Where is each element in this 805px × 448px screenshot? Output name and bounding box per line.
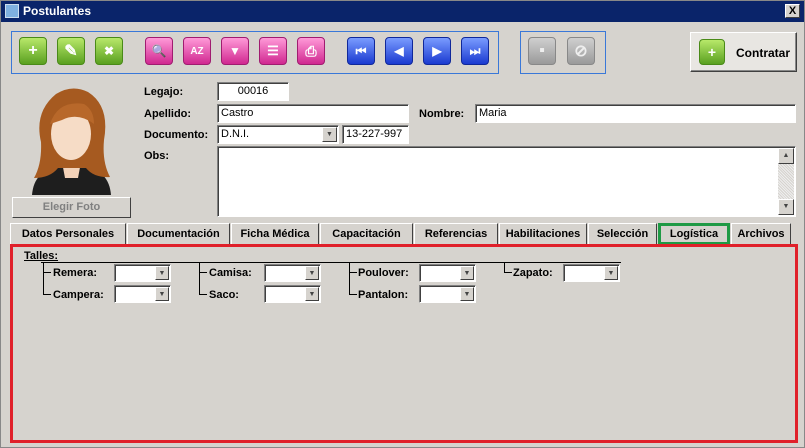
applicant-photo: [12, 82, 131, 195]
obs-textarea[interactable]: ▲ ▼: [217, 146, 796, 217]
save-button[interactable]: ▪: [528, 37, 556, 65]
saco-label: Saco:: [209, 289, 239, 301]
chevron-down-icon[interactable]: ▼: [305, 287, 319, 301]
obs-label: Obs:: [144, 150, 170, 162]
tree-line: [349, 263, 350, 294]
remera-label: Remera:: [53, 267, 98, 279]
obs-scrollbar[interactable]: ▲ ▼: [778, 148, 794, 215]
last-icon: ⏭: [469, 43, 481, 58]
poulover-select[interactable]: ▼: [419, 264, 476, 282]
sort-az-icon: AZ: [190, 45, 204, 57]
chevron-down-icon[interactable]: ▼: [322, 127, 337, 142]
contratar-button[interactable]: + Contratar: [690, 32, 797, 72]
last-record-button[interactable]: ⏭: [461, 37, 489, 65]
nombre-label: Nombre:: [419, 108, 465, 120]
delete-doc-icon: ✖: [103, 44, 115, 58]
filter-button[interactable]: ▼: [221, 37, 249, 65]
search-button[interactable]: 🔍: [145, 37, 173, 65]
tab-referencias[interactable]: Referencias: [414, 223, 498, 245]
pantalon-select[interactable]: ▼: [419, 285, 476, 303]
next-icon: ▶: [432, 44, 442, 58]
tab-logistica[interactable]: Logística: [658, 223, 730, 245]
scroll-down-icon[interactable]: ▼: [778, 199, 794, 215]
print-button[interactable]: ⎙: [297, 37, 325, 65]
nombre-field[interactable]: Maria: [475, 104, 796, 123]
next-record-button[interactable]: ▶: [423, 37, 451, 65]
tab-documentacion[interactable]: Documentación: [127, 223, 230, 245]
apellido-label: Apellido:: [144, 108, 192, 120]
zapato-select[interactable]: ▼: [563, 264, 620, 282]
documento-number-field[interactable]: 13-227-997: [342, 125, 409, 144]
person-avatar-icon: [32, 88, 111, 195]
campera-select[interactable]: ▼: [114, 285, 171, 303]
scroll-up-icon[interactable]: ▲: [778, 148, 794, 164]
tab-datos-personales[interactable]: Datos Personales: [10, 223, 126, 245]
tree-line: [349, 294, 357, 295]
talles-divider: [41, 262, 621, 263]
legajo-field[interactable]: 00016: [217, 82, 289, 101]
choose-photo-button[interactable]: Elegir Foto: [12, 197, 131, 218]
chevron-down-icon[interactable]: ▼: [155, 287, 169, 301]
first-record-button[interactable]: ⏮: [347, 37, 375, 65]
postulantes-window: Postulantes X + ✎ ✖ 🔍 AZ ▼ ☰ ⎙ ⏮ ◀ ▶ ⏭ ▪…: [0, 0, 805, 448]
delete-button[interactable]: ✖: [95, 37, 123, 65]
camisa-label: Camisa:: [209, 267, 252, 279]
tree-line: [43, 294, 51, 295]
add-button[interactable]: +: [19, 37, 47, 65]
tab-archivos[interactable]: Archivos: [731, 223, 791, 245]
tree-line: [199, 263, 200, 294]
app-icon: [5, 4, 19, 18]
close-button[interactable]: X: [785, 4, 800, 18]
poulover-label: Poulover:: [358, 267, 409, 279]
documento-label: Documento:: [144, 129, 209, 141]
apellido-field[interactable]: Castro: [217, 104, 409, 123]
save-icon: ▪: [539, 42, 545, 59]
first-icon: ⏮: [355, 43, 367, 58]
documento-type-value: D.N.I.: [221, 128, 250, 140]
funnel-icon: ▼: [229, 44, 241, 58]
chevron-down-icon[interactable]: ▼: [460, 287, 474, 301]
sort-button[interactable]: AZ: [183, 37, 211, 65]
prev-icon: ◀: [394, 44, 404, 58]
magnifier-icon: 🔍: [151, 44, 167, 58]
tree-line: [199, 294, 207, 295]
camisa-select[interactable]: ▼: [264, 264, 321, 282]
contratar-label: Contratar: [736, 46, 791, 60]
chevron-down-icon[interactable]: ▼: [604, 266, 618, 280]
tree-line: [504, 272, 512, 273]
tab-ficha-medica[interactable]: Ficha Médica: [231, 223, 319, 245]
tree-line: [43, 272, 51, 273]
saco-select[interactable]: ▼: [264, 285, 321, 303]
edit-button[interactable]: ✎: [57, 37, 85, 65]
tree-line: [349, 272, 357, 273]
tree-line: [199, 272, 207, 273]
chevron-down-icon[interactable]: ▼: [460, 266, 474, 280]
report-button[interactable]: ☰: [259, 37, 287, 65]
plus-icon: +: [28, 42, 38, 59]
window-title: Postulantes: [23, 4, 92, 18]
zapato-label: Zapato:: [513, 267, 553, 279]
cancel-button[interactable]: ⊘: [567, 37, 595, 65]
printer-icon: ⎙: [305, 42, 317, 59]
tree-line: [43, 263, 44, 294]
title-bar: Postulantes X: [1, 1, 804, 22]
campera-label: Campera:: [53, 289, 104, 301]
documento-type-select[interactable]: D.N.I. ▼: [217, 125, 339, 144]
chevron-down-icon[interactable]: ▼: [155, 266, 169, 280]
tab-habilitaciones[interactable]: Habilitaciones: [499, 223, 587, 245]
talles-title: Talles:: [24, 250, 59, 262]
clipboard-icon: ☰: [267, 43, 279, 58]
remera-select[interactable]: ▼: [114, 264, 171, 282]
prev-record-button[interactable]: ◀: [385, 37, 413, 65]
legajo-label: Legajo:: [144, 86, 184, 98]
tab-seleccion[interactable]: Selección: [588, 223, 657, 245]
pencil-icon: ✎: [64, 43, 78, 60]
chevron-down-icon[interactable]: ▼: [305, 266, 319, 280]
cancel-icon: ⊘: [574, 43, 588, 60]
pantalon-label: Pantalon:: [358, 289, 409, 301]
add-user-icon: +: [699, 39, 725, 65]
tab-capacitacion[interactable]: Capacitación: [320, 223, 413, 245]
